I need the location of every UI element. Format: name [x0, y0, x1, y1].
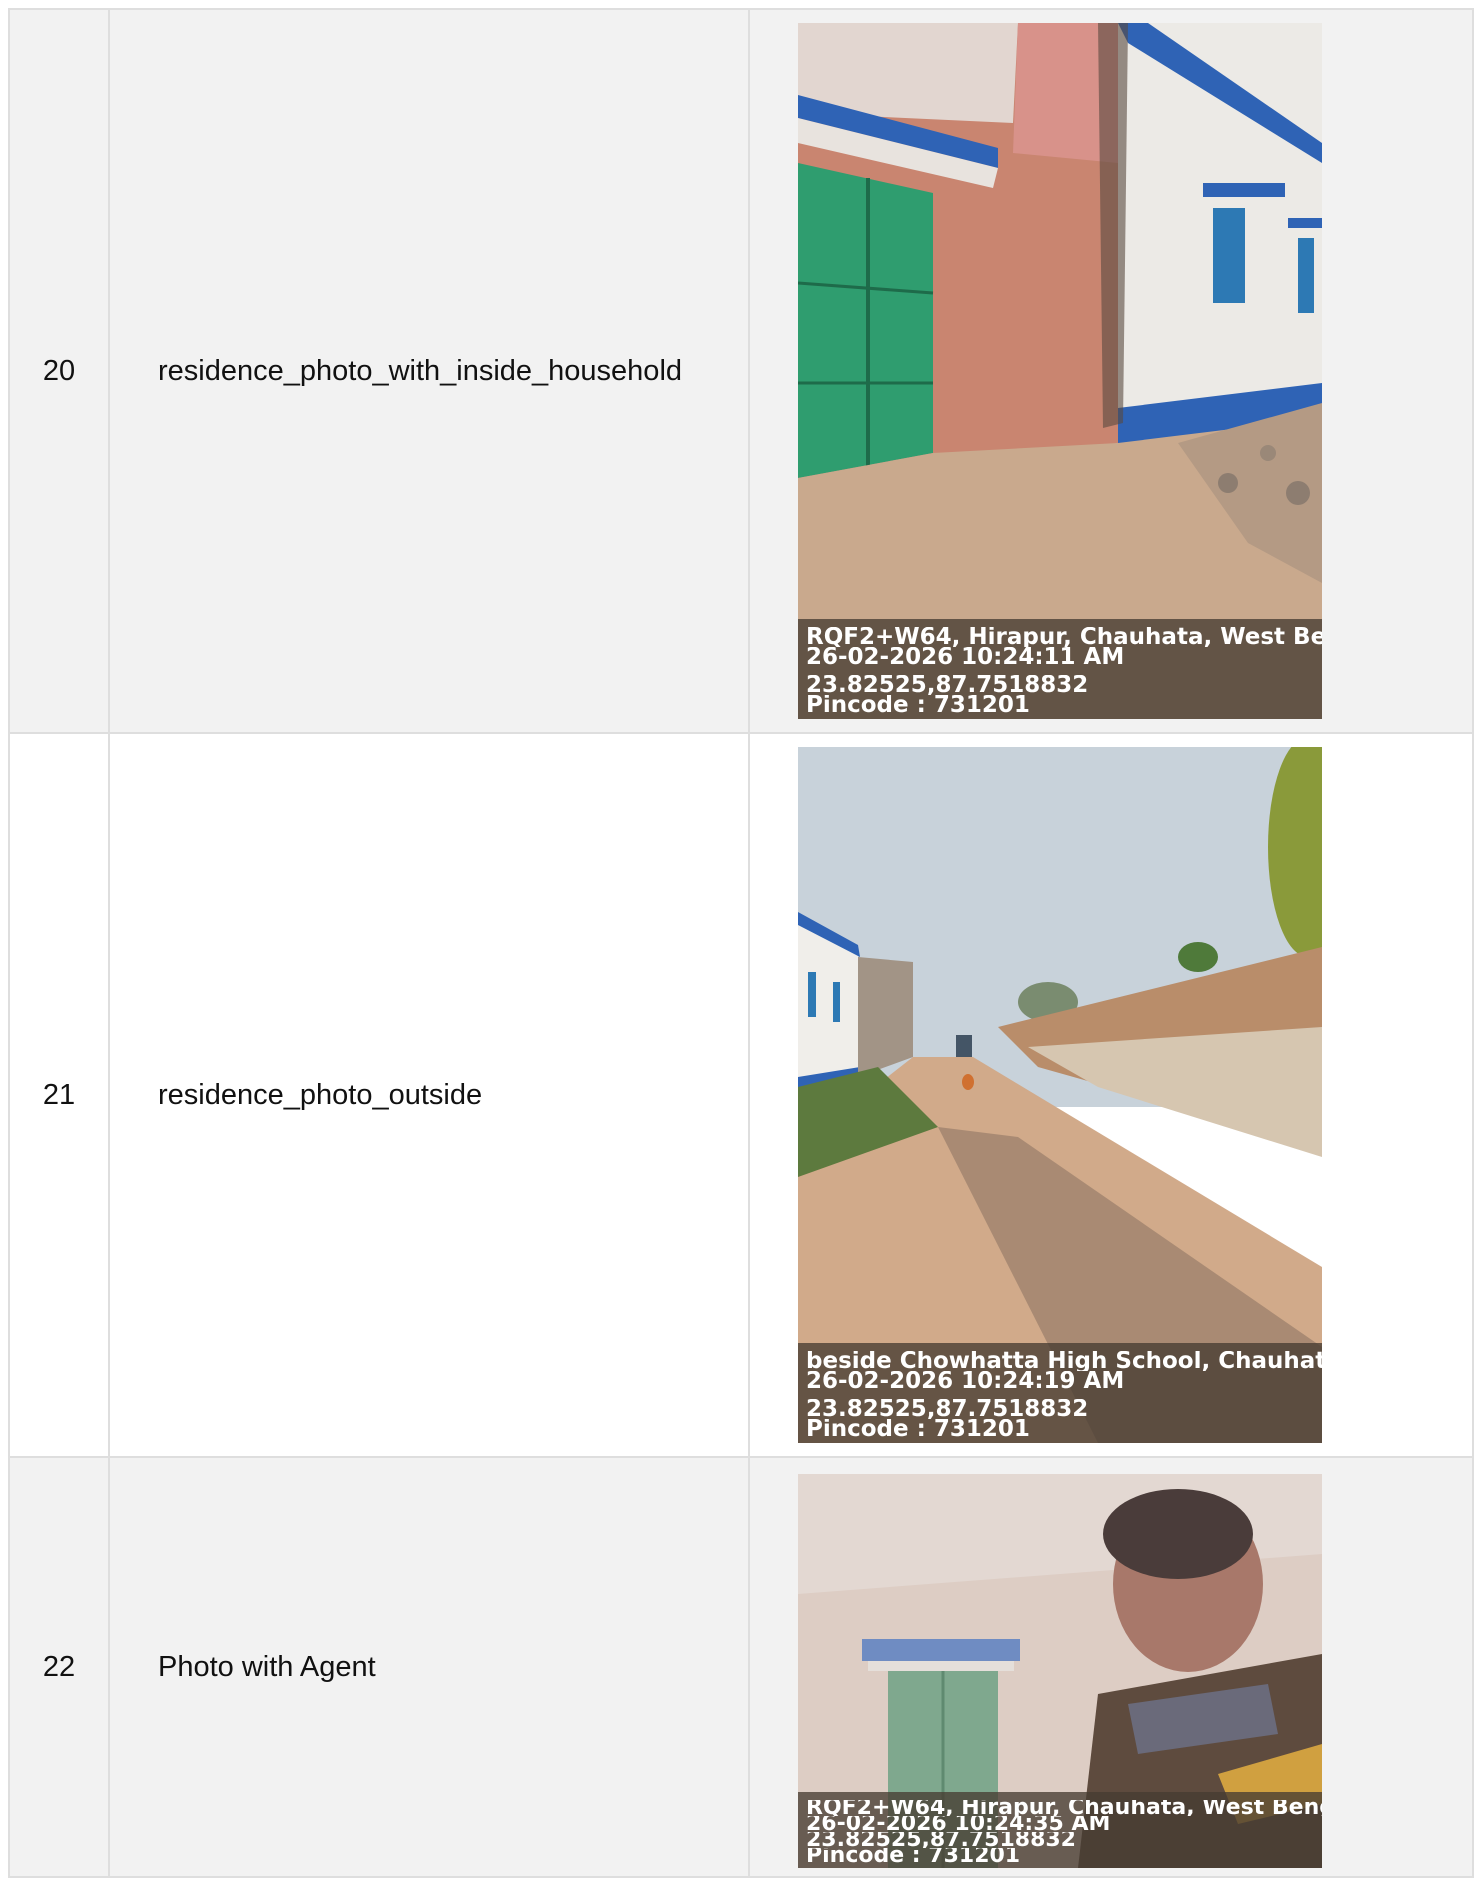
row-number: 22	[8, 1456, 110, 1878]
table-row: 20 residence_photo_with_inside_household	[8, 8, 1474, 734]
document-table: 20 residence_photo_with_inside_household	[8, 8, 1474, 1878]
row-label: residence_photo_with_inside_household	[108, 8, 750, 734]
geo-stamp: RQF2+W64, Hirapur, Chauhata, West Bengal…	[798, 619, 1322, 719]
residence-outside-photo: beside Chowhatta High School, Chauhata, …	[798, 747, 1322, 1443]
stamp-pincode: Pincode : 731201	[806, 1848, 1021, 1864]
row-number: 20	[8, 8, 110, 734]
photo-cell: beside Chowhatta High School, Chauhata, …	[748, 732, 1474, 1458]
table-row: 22 Photo with Agent RQF2+W64, Hirapur, C…	[8, 1456, 1474, 1878]
row-label: residence_photo_outside	[108, 732, 750, 1458]
photo-cell: RQF2+W64, Hirapur, Chauhata, West Bengal…	[748, 8, 1474, 734]
stamp-coordinates: 23.82525,87.7518832	[806, 675, 1089, 695]
photo-cell: RQF2+W64, Hirapur, Chauhata, West Bengal…	[748, 1456, 1474, 1878]
stamp-coordinates: 23.82525,87.7518832	[806, 1832, 1076, 1848]
stamp-pincode: Pincode : 731201	[806, 1419, 1030, 1439]
geo-stamp: RQF2+W64, Hirapur, Chauhata, West Bengal…	[798, 1792, 1322, 1868]
agent-photo: RQF2+W64, Hirapur, Chauhata, West Bengal…	[798, 1474, 1322, 1868]
row-label: Photo with Agent	[108, 1456, 750, 1878]
stamp-address: beside Chowhatta High School, Chauhata, …	[806, 1351, 1322, 1371]
stamp-datetime: 26-02-2026 10:24:19 AM	[806, 1371, 1125, 1391]
stamp-address: RQF2+W64, Hirapur, Chauhata, West Bengal	[806, 1800, 1322, 1816]
table-row: 21 residence_photo_outside beside Chowha…	[8, 732, 1474, 1458]
row-number: 21	[8, 732, 110, 1458]
geo-stamp: beside Chowhatta High School, Chauhata, …	[798, 1343, 1322, 1443]
stamp-pincode: Pincode : 731201	[806, 695, 1030, 715]
stamp-coordinates: 23.82525,87.7518832	[806, 1399, 1089, 1419]
stamp-datetime: 26-02-2026 10:24:35 AM	[806, 1816, 1111, 1832]
residence-inside-photo: RQF2+W64, Hirapur, Chauhata, West Bengal…	[798, 23, 1322, 719]
stamp-address: RQF2+W64, Hirapur, Chauhata, West Bengal…	[806, 627, 1322, 647]
stamp-datetime: 26-02-2026 10:24:11 AM	[806, 647, 1125, 667]
